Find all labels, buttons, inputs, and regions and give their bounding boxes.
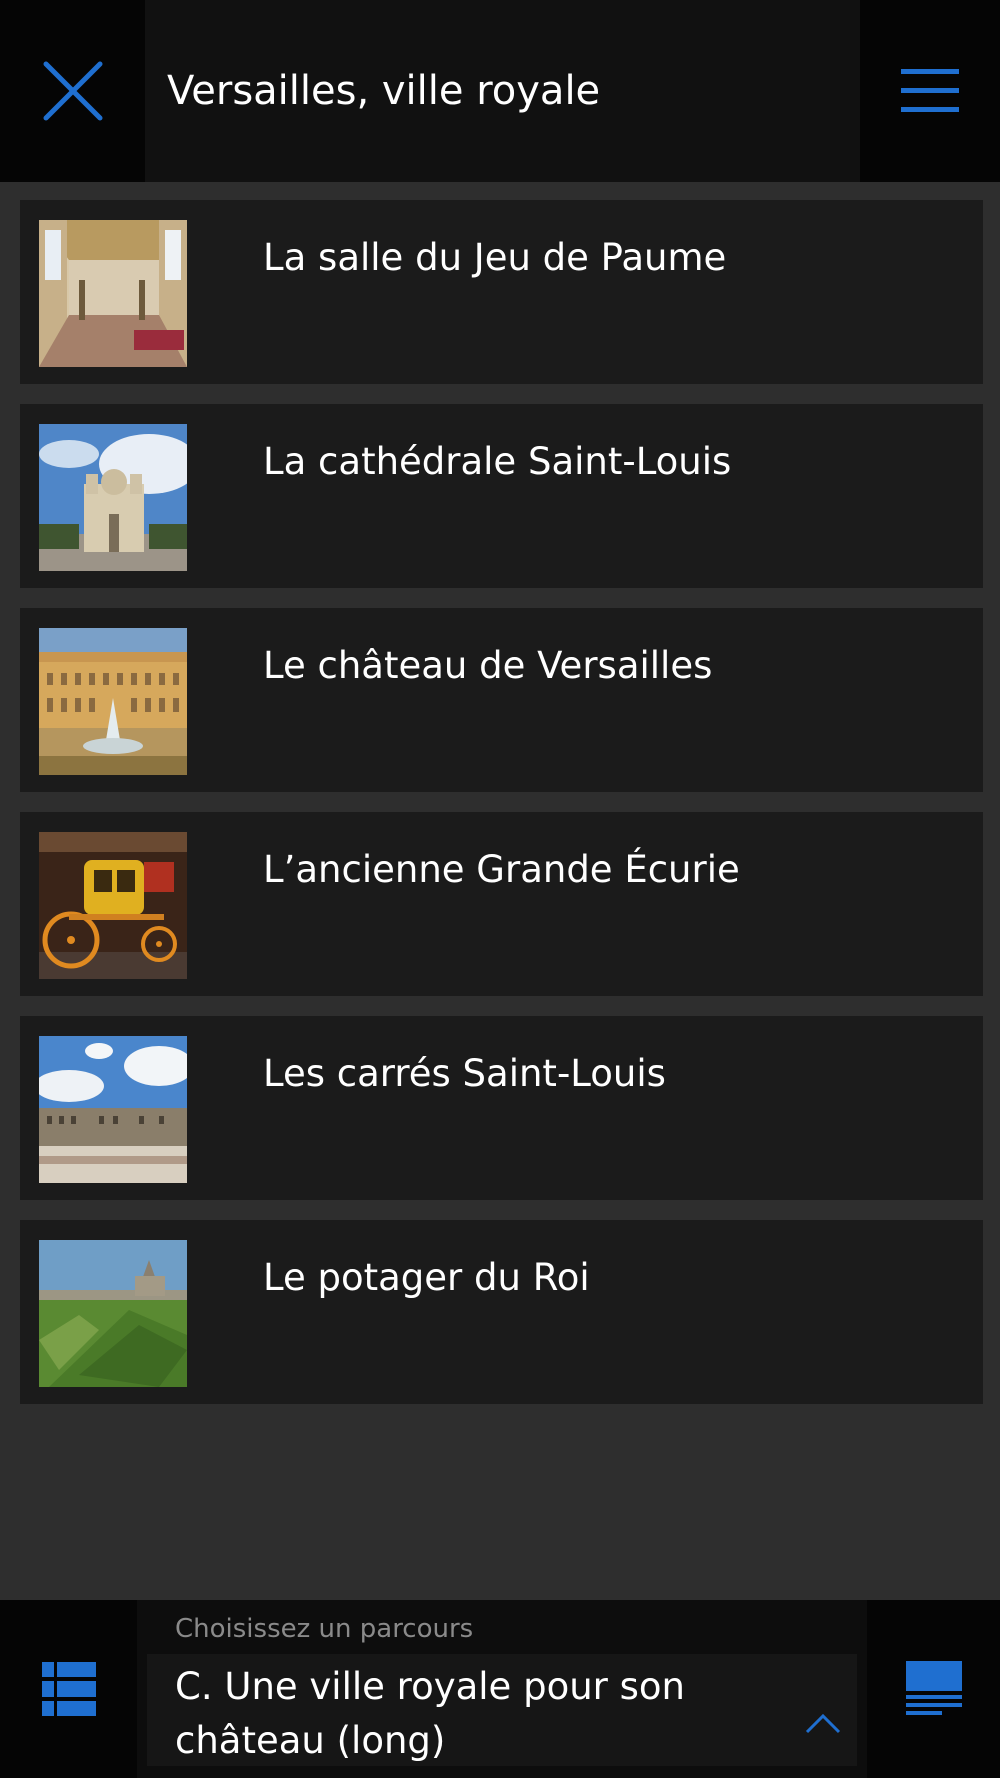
list-item-label: Le château de Versailles [263,644,713,687]
list-view-button[interactable] [0,1600,137,1778]
menu-button[interactable] [860,0,1000,182]
app-screen: Versailles, ville royale La salle du Jeu… [0,0,1000,1778]
route-selector: Choisissez un parcours C. Une ville roya… [137,1600,867,1778]
list-item[interactable]: L’ancienne Grande Écurie [20,812,983,996]
cathedrale-saint-louis-photo [39,424,187,571]
route-dropdown[interactable]: C. Une ville royale pour son château (lo… [147,1654,857,1766]
list-item[interactable]: La cathédrale Saint-Louis [20,404,983,588]
list-item-label: Le potager du Roi [263,1256,590,1299]
close-button[interactable] [0,0,145,182]
detail-view-button[interactable] [867,1600,1000,1778]
close-icon [43,61,102,121]
list-item-label: L’ancienne Grande Écurie [263,848,740,891]
list-view-icon [41,1662,96,1716]
list-item[interactable]: La salle du Jeu de Paume [20,200,983,384]
chateau-de-versailles-photo [39,628,187,775]
footer-bar: Choisissez un parcours C. Une ville roya… [0,1600,1000,1778]
potager-du-roi-garden-photo [39,1240,187,1387]
route-hint-label: Choisissez un parcours [175,1614,474,1644]
golden-carriage-photo [39,832,187,979]
list-item-label: La salle du Jeu de Paume [263,236,727,279]
route-selected-value: C. Une ville royale pour son château (lo… [175,1665,685,1762]
list-item[interactable]: Le potager du Roi [20,1220,983,1404]
app-header: Versailles, ville royale [0,0,1000,182]
list-item[interactable]: Les carrés Saint-Louis [20,1016,983,1200]
hamburger-menu-icon [901,69,959,112]
list-item-label: La cathédrale Saint-Louis [263,440,732,483]
list-item[interactable]: Le château de Versailles [20,608,983,792]
jeu-de-paume-hall-photo [39,220,187,367]
carres-saint-louis-street-photo [39,1036,187,1183]
list-item-label: Les carrés Saint-Louis [263,1052,666,1095]
page-title: Versailles, ville royale [145,0,860,182]
detail-view-icon [905,1661,962,1715]
chevron-up-icon [805,1713,841,1734]
